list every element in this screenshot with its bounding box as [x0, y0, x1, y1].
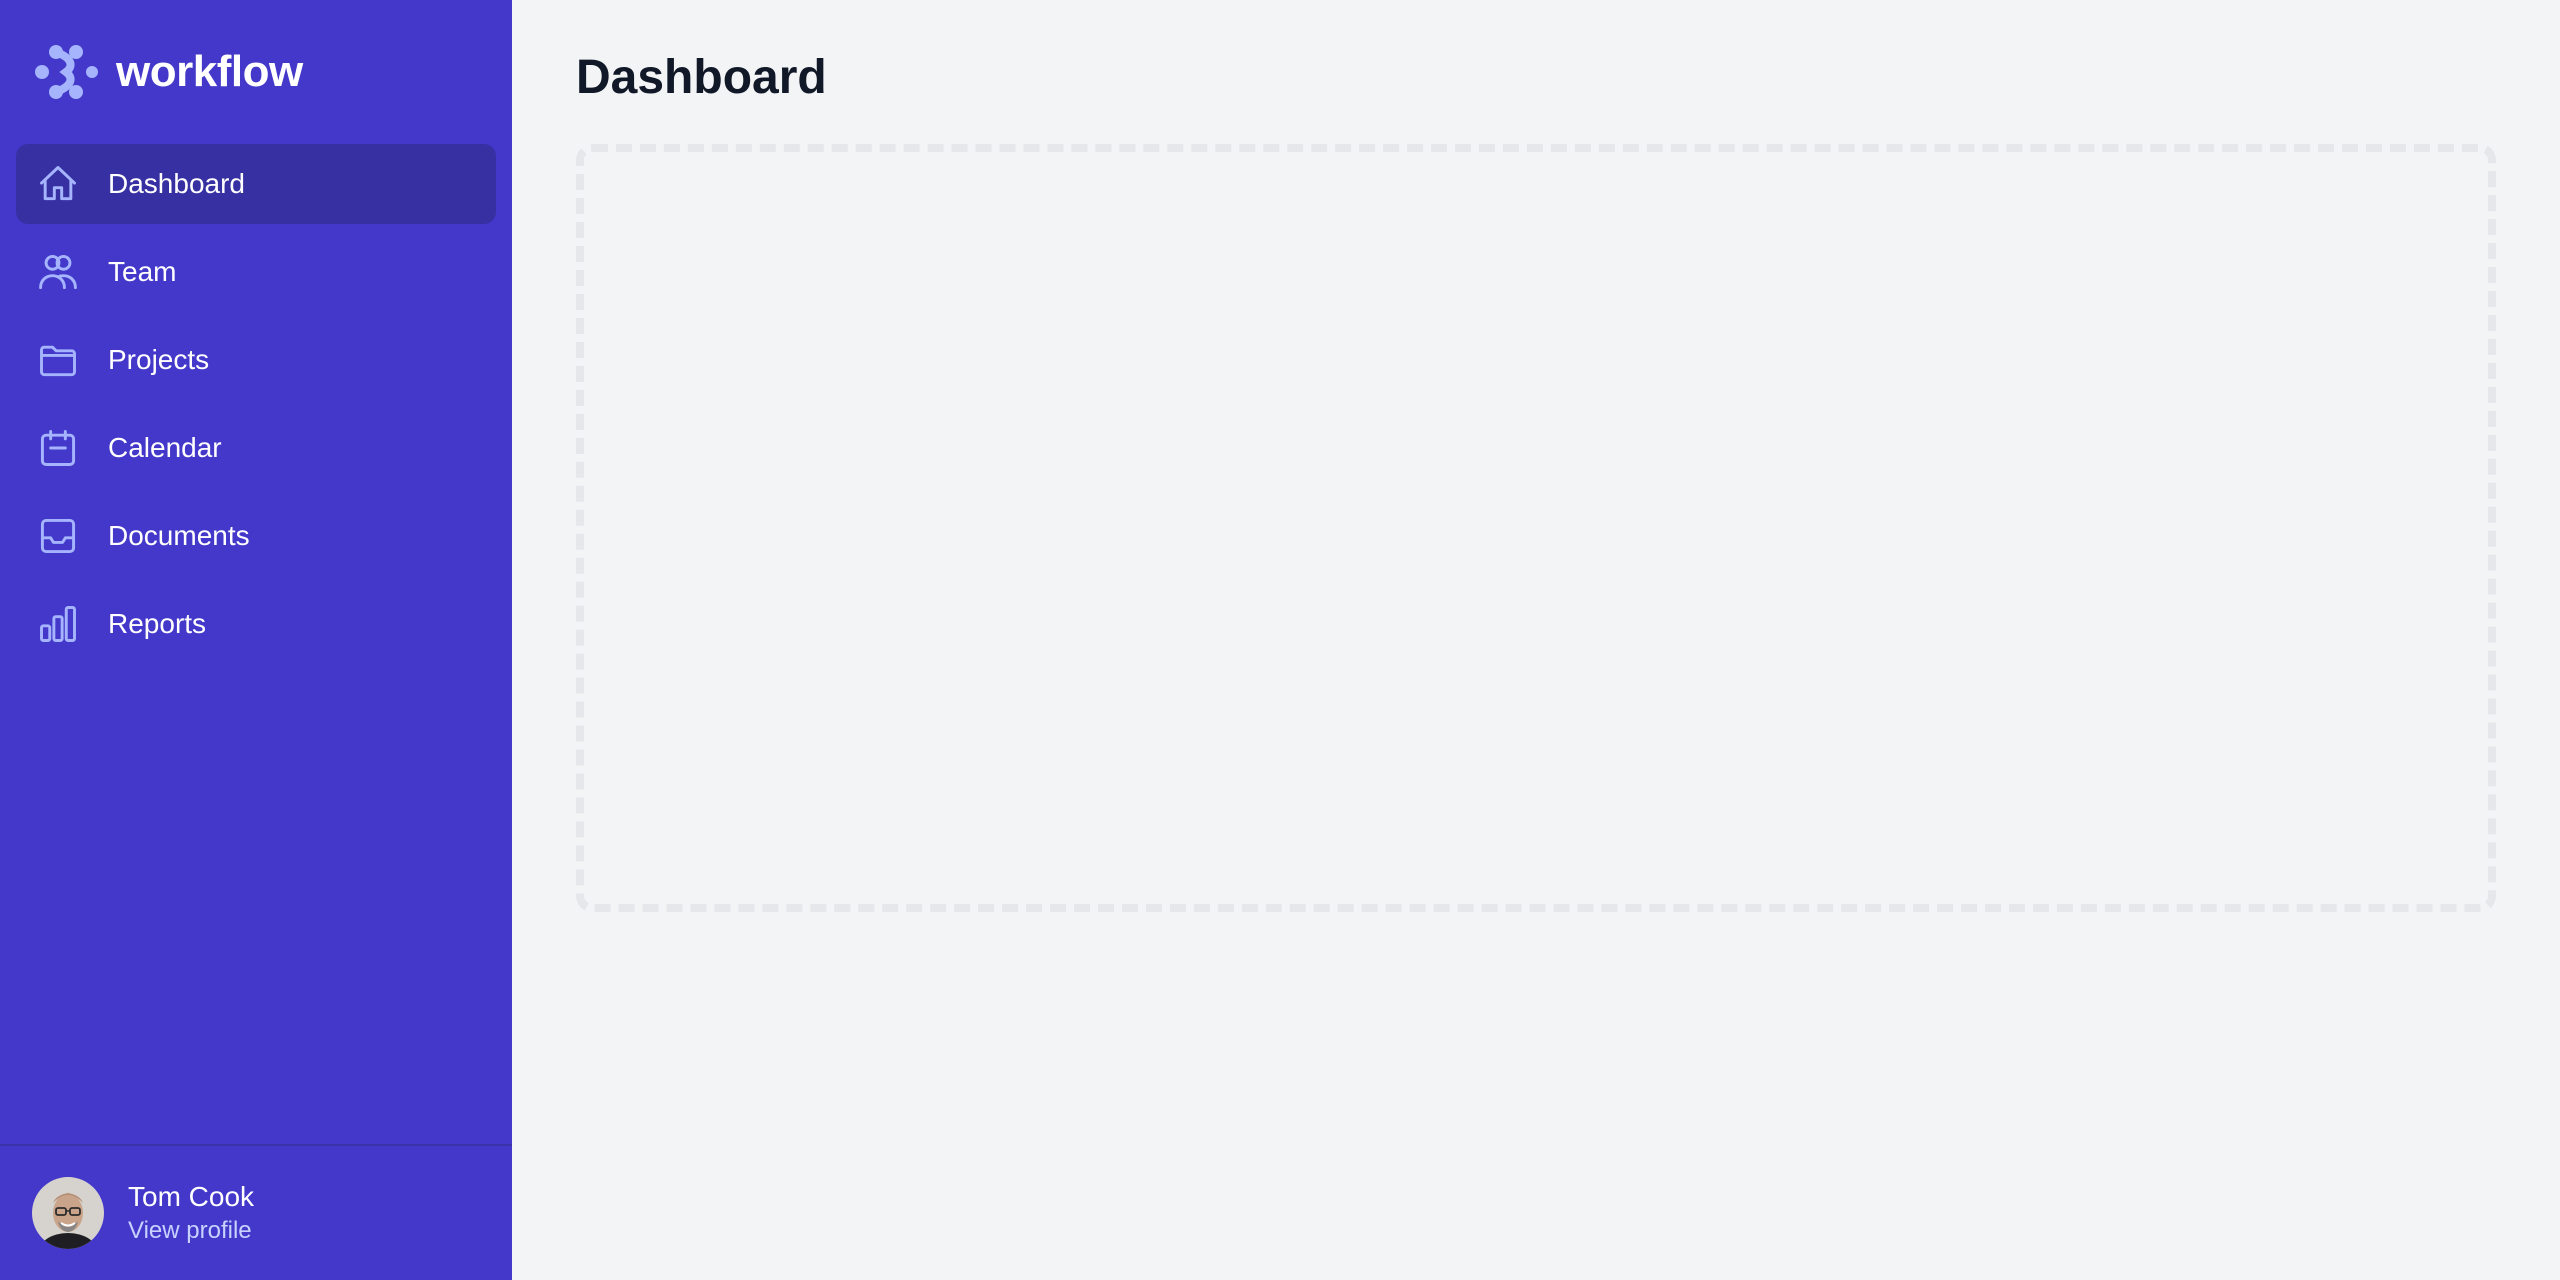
sidebar-item-reports[interactable]: Reports: [16, 584, 496, 664]
sidebar-item-projects[interactable]: Projects: [16, 320, 496, 400]
user-profile[interactable]: Tom Cook View profile: [0, 1144, 512, 1280]
sidebar-item-label: Dashboard: [108, 168, 245, 199]
sidebar-item-documents[interactable]: Documents: [16, 496, 496, 576]
inbox-icon: [36, 514, 80, 558]
sidebar-item-label: Projects: [108, 344, 210, 375]
sidebar-item-dashboard[interactable]: Dashboard: [16, 144, 496, 224]
sidebar-item-label: Documents: [108, 520, 250, 551]
calendar-icon: [36, 426, 80, 470]
home-icon: [36, 162, 80, 206]
app-shell: workflow Dashboard Team Projects Calenda…: [0, 0, 2560, 1280]
user-text: Tom Cook View profile: [128, 1179, 254, 1247]
user-avatar-icon: [32, 1177, 104, 1249]
avatar[interactable]: [32, 1177, 104, 1249]
chart-bar-icon: [36, 602, 80, 646]
user-name: Tom Cook: [128, 1181, 255, 1212]
sidebar-item-calendar[interactable]: Calendar: [16, 408, 496, 488]
brand-name: workflow: [116, 47, 303, 96]
sidebar-item-label: Calendar: [108, 432, 222, 463]
content-placeholder: [576, 144, 2496, 912]
folder-icon: [36, 338, 80, 382]
sidebar: workflow Dashboard Team Projects Calenda…: [0, 0, 512, 1280]
sidebar-item-label: Team: [108, 256, 177, 287]
sidebar-item-label: Reports: [108, 608, 207, 639]
brand[interactable]: workflow: [0, 0, 512, 144]
main-content: Dashboard: [512, 0, 2560, 1280]
view-profile-link[interactable]: View profile: [128, 1215, 254, 1247]
workflow-logo-icon: [35, 45, 98, 99]
sidebar-nav: Dashboard Team Projects Calendar Documen…: [0, 144, 512, 664]
users-icon: [36, 250, 80, 294]
page-title: Dashboard: [576, 51, 827, 104]
sidebar-item-team[interactable]: Team: [16, 232, 496, 312]
